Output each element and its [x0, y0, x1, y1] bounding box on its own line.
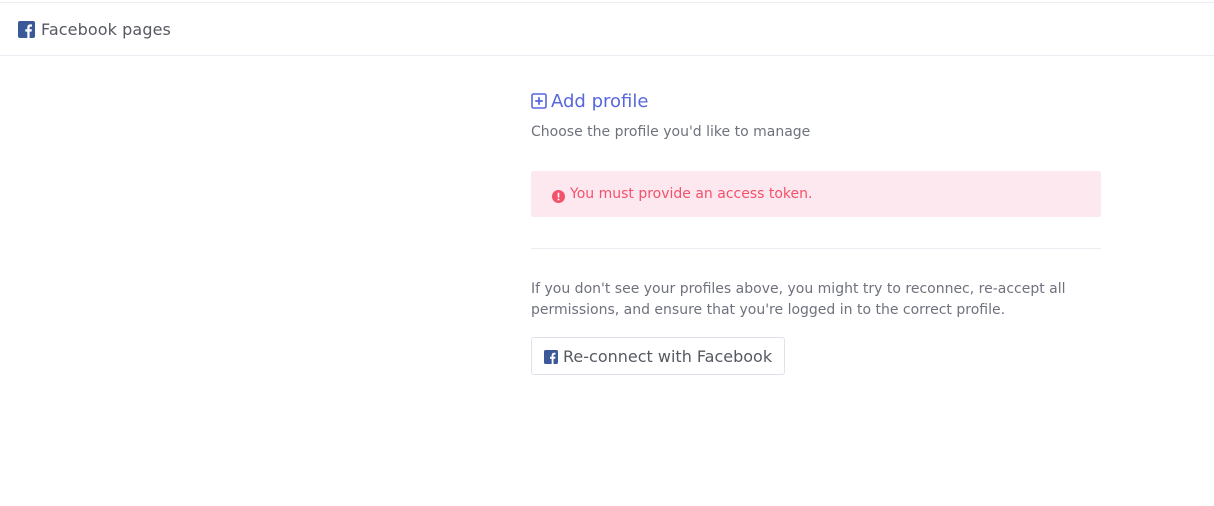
reconnect-button-label[interactable]: Re-connect with Facebook — [563, 347, 772, 366]
facebook-icon — [544, 349, 558, 364]
page-header: Facebook pages — [0, 3, 1214, 56]
add-profile-label[interactable]: Add profile — [551, 91, 648, 112]
add-profile-link[interactable]: Add profile — [531, 88, 1101, 114]
page-title: Facebook pages — [41, 19, 171, 39]
plus-square-icon — [531, 93, 547, 109]
help-text: If you don't see your profiles above, yo… — [531, 281, 1066, 318]
reconnect-facebook-button[interactable]: Re-connect with Facebook — [531, 337, 786, 375]
choose-profile-text: Choose the profile you'd like to manage — [531, 124, 811, 140]
facebook-icon — [18, 20, 35, 38]
error-alert: You must provide an access token. — [531, 171, 1101, 217]
divider — [531, 248, 1101, 249]
error-message: You must provide an access token. — [570, 186, 813, 202]
exclamation-circle-icon — [552, 188, 565, 203]
main-content: Add profile Choose the profile you'd lik… — [531, 88, 1101, 375]
